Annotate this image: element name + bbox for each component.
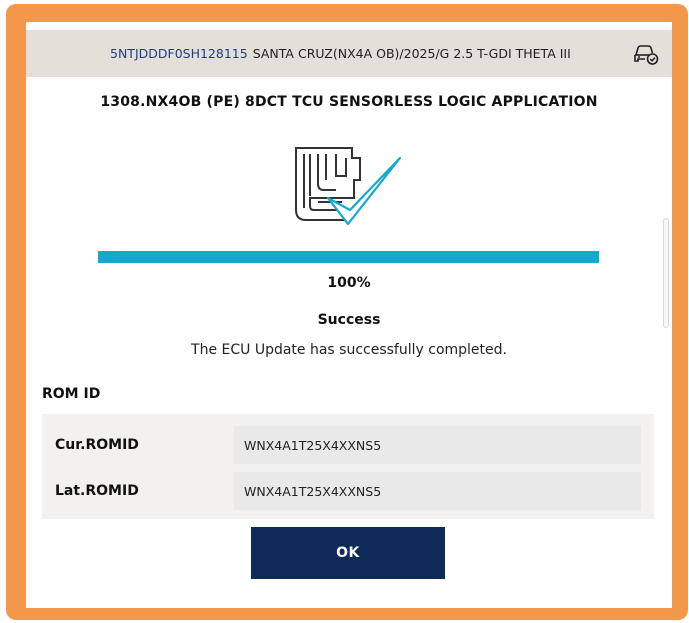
scrollbar-thumb[interactable] [663, 218, 669, 328]
vin-number: 5NTJDDDF0SH128115 [110, 46, 248, 61]
vehicle-description: SANTA CRUZ(NX4A OB)/2025/G 2.5 T-GDI THE… [252, 46, 571, 61]
ecu-check-icon [295, 147, 402, 226]
status-message: The ECU Update has successfully complete… [191, 342, 507, 358]
rom-label-current: Cur.ROMID [55, 437, 139, 453]
rom-value-latest: WNX4A1T25X4XXNS5 [234, 472, 641, 510]
rom-row-latest: Lat.ROMID WNX4A1T25X4XXNS5 [42, 472, 654, 510]
rom-id-heading: ROM ID [42, 386, 101, 402]
vehicle-info-bar: 5NTJDDDF0SH128115 SANTA CRUZ(NX4A OB)/20… [26, 30, 672, 77]
car-check-icon[interactable] [633, 42, 659, 66]
rom-row-current: Cur.ROMID WNX4A1T25X4XXNS5 [42, 426, 654, 464]
dialog-title: 1308.NX4OB (PE) 8DCT TCU SENSORLESS LOGI… [100, 94, 598, 110]
status-text: Success [317, 312, 381, 328]
progress-fill [98, 251, 599, 263]
progress-bar [98, 251, 599, 263]
progress-percent: 100% [327, 275, 371, 291]
rom-label-latest: Lat.ROMID [55, 483, 139, 499]
ok-button[interactable]: OK [251, 527, 445, 579]
ecu-update-dialog: 5NTJDDDF0SH128115 SANTA CRUZ(NX4A OB)/20… [26, 22, 672, 608]
rom-id-table: Cur.ROMID WNX4A1T25X4XXNS5 Lat.ROMID WNX… [42, 414, 654, 519]
rom-value-current: WNX4A1T25X4XXNS5 [234, 426, 641, 464]
